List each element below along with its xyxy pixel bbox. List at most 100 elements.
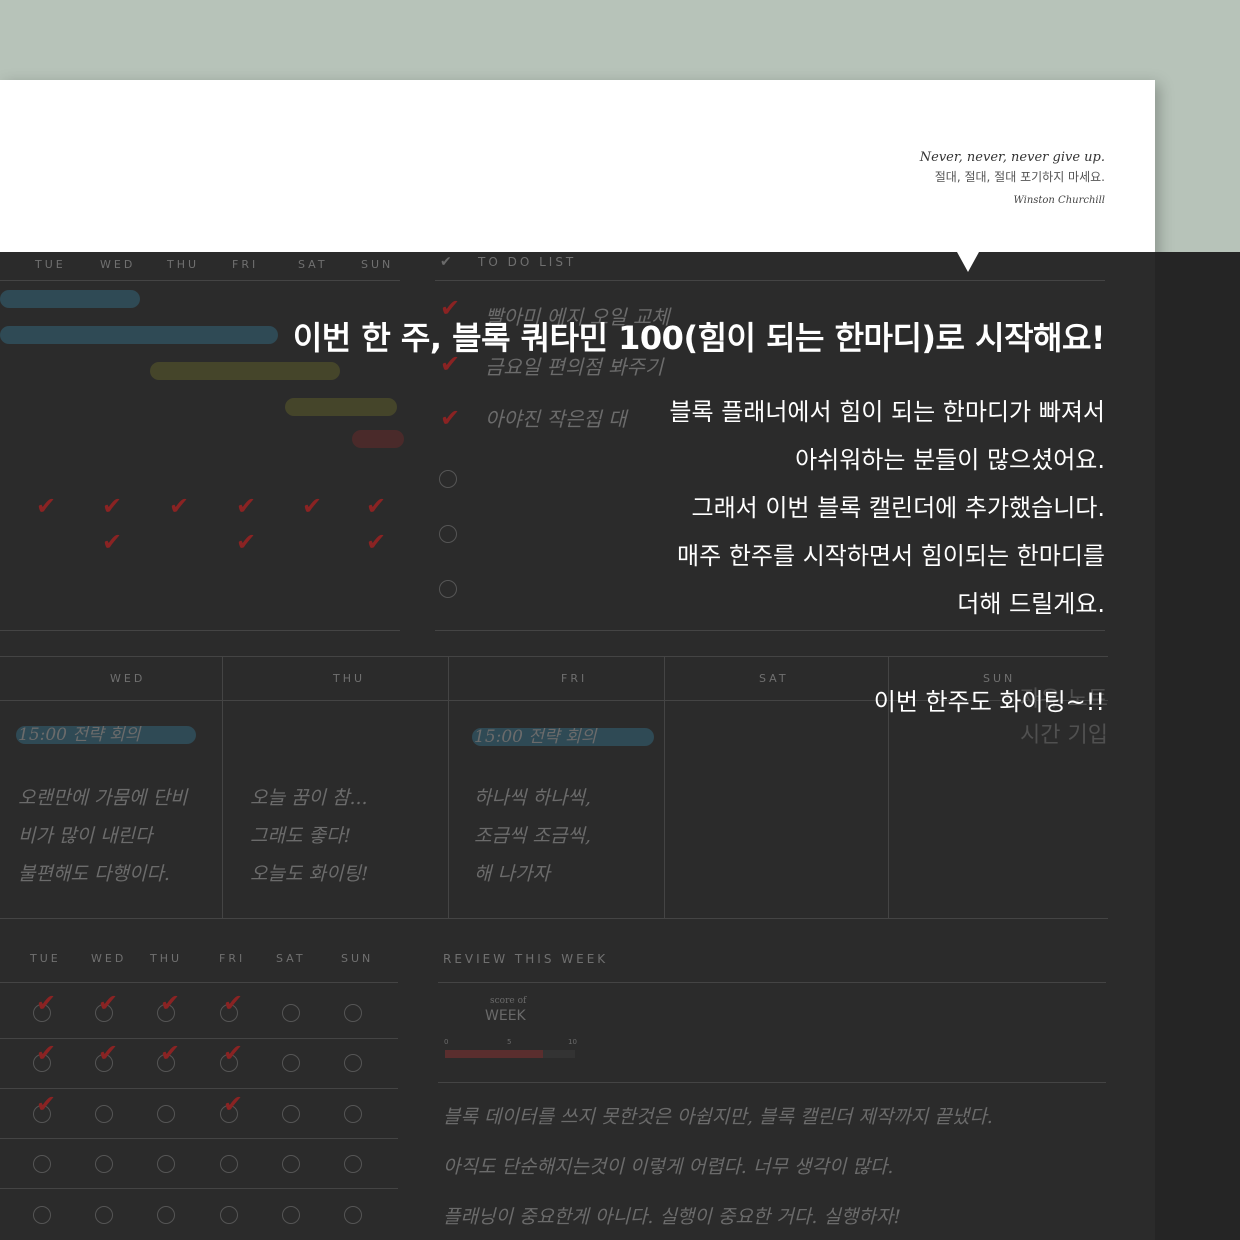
check-icon: ✔ — [236, 528, 257, 556]
todo-checkbox[interactable] — [439, 470, 457, 488]
quote-english: Never, never, never give up. — [919, 150, 1105, 165]
habit-circle[interactable] — [220, 1206, 238, 1224]
announcement-line: 아쉬워하는 분들이 많으셨어요. — [795, 446, 1105, 474]
habit-header: TUE — [30, 952, 61, 965]
stage: Never, never, never give up. 절대, 절대, 절대 … — [0, 0, 1240, 1240]
habit-circle[interactable] — [95, 1206, 113, 1224]
check-icon: ✔ — [169, 492, 190, 520]
habit-circle[interactable] — [344, 1054, 362, 1072]
diary-thu: 오늘 꿈이 참... 그래도 좋다! 오늘도 화이팅! — [250, 779, 369, 893]
check-icon: ✔ — [36, 1039, 57, 1067]
habit-header: THU — [150, 952, 183, 965]
announcement-line: 블록 플래너에서 힘이 되는 한마디가 빠져서 — [669, 398, 1105, 426]
schedule-bar — [0, 290, 140, 308]
todo-title: TO DO LIST — [478, 255, 577, 269]
diary-line: 하나씩 하나씩, — [474, 787, 591, 809]
habit-circle[interactable] — [344, 1206, 362, 1224]
check-icon: ✔ — [160, 989, 181, 1017]
weekday-header: FRI — [232, 258, 259, 271]
divider — [0, 656, 1108, 657]
check-mark-icon: ✔ — [440, 254, 452, 270]
check-icon: ✔ — [98, 989, 119, 1017]
quote-korean: 절대, 절대, 절대 포기하지 마세요. — [934, 170, 1105, 184]
habit-header: FRI — [219, 952, 246, 965]
habit-circle[interactable] — [33, 1155, 51, 1173]
weekday-header: SUN — [361, 258, 394, 271]
announcement-line: 그래서 이번 블록 캘린더에 추가했습니다. — [691, 494, 1105, 522]
todo-checkbox[interactable] — [439, 580, 457, 598]
check-icon: ✔ — [302, 492, 323, 520]
schedule-bar — [285, 398, 397, 416]
divider — [438, 1082, 1106, 1083]
score-tick: 5 — [507, 1038, 512, 1046]
habit-circle[interactable] — [157, 1105, 175, 1123]
divider — [0, 982, 398, 983]
diary-wed: 오랜만에 가뭄에 단비 비가 많이 내린다 불편해도 다행이다. — [18, 779, 187, 893]
schedule-bar — [352, 430, 404, 448]
habit-circle[interactable] — [344, 1155, 362, 1173]
habit-circle[interactable] — [220, 1155, 238, 1173]
schedule-bar — [0, 326, 278, 344]
divider — [448, 656, 449, 918]
weekday-header: TUE — [35, 258, 66, 271]
diary-line: 해 나가자 — [474, 863, 550, 885]
divider — [435, 280, 1105, 281]
habit-circle[interactable] — [157, 1155, 175, 1173]
diary-header: WED — [110, 672, 146, 685]
habit-header: SAT — [276, 952, 306, 965]
announcement-body: 블록 플래너에서 힘이 되는 한마디가 빠져서 아쉬워하는 분들이 많으셨어요.… — [669, 388, 1105, 628]
score-tick: 10 — [568, 1038, 577, 1046]
divider — [664, 656, 665, 918]
check-icon: ✔ — [102, 528, 123, 556]
divider — [0, 1038, 398, 1039]
meeting-label: 15:00 전략 회의 — [18, 725, 141, 745]
habit-header: WED — [91, 952, 127, 965]
quote-author: Winston Churchill — [1013, 195, 1105, 206]
speech-pointer — [957, 252, 979, 272]
free-note-line: 시간 기입 — [1020, 723, 1108, 748]
announcement-line: 더해 드릴게요. — [957, 590, 1105, 618]
score-bar-fill — [445, 1050, 543, 1058]
schedule-bar — [150, 362, 340, 380]
divider — [0, 280, 400, 281]
todo-item: 아야진 작은집 대 — [485, 407, 627, 431]
diary-line: 오늘도 화이팅! — [250, 863, 369, 885]
score-label-big: WEEK — [485, 1008, 526, 1024]
divider — [0, 1188, 398, 1189]
habit-circle[interactable] — [344, 1004, 362, 1022]
habit-circle[interactable] — [344, 1105, 362, 1123]
weekday-header: WED — [100, 258, 136, 271]
weekday-header: THU — [167, 258, 200, 271]
check-icon: ✔ — [440, 404, 461, 432]
divider — [438, 982, 1106, 983]
habit-circle[interactable] — [282, 1004, 300, 1022]
check-icon: ✔ — [236, 492, 257, 520]
habit-circle[interactable] — [282, 1054, 300, 1072]
diary-line: 오랜만에 가뭄에 단비 — [18, 787, 188, 809]
check-icon: ✔ — [223, 1039, 244, 1067]
diary-line: 불편해도 다행이다. — [18, 863, 170, 885]
check-icon: ✔ — [223, 989, 244, 1017]
divider — [0, 918, 1108, 919]
review-line: 플래닝이 중요한게 아니다. 실행이 중요한 거다. 실행하자! — [443, 1206, 901, 1228]
check-icon: ✔ — [36, 492, 57, 520]
habit-circle[interactable] — [157, 1206, 175, 1224]
habit-circle[interactable] — [282, 1155, 300, 1173]
diary-fri: 하나씩 하나씩, 조금씩 조금씩, 해 나가자 — [474, 779, 591, 893]
habit-circle[interactable] — [282, 1206, 300, 1224]
diary-line: 오늘 꿈이 참... — [250, 787, 368, 809]
diary-line: 조금씩 조금씩, — [474, 825, 591, 847]
divider — [435, 630, 1105, 631]
todo-checkbox[interactable] — [439, 525, 457, 543]
score-label-small: score of — [490, 996, 527, 1006]
habit-circle[interactable] — [282, 1105, 300, 1123]
diary-line: 그래도 좋다! — [250, 825, 352, 847]
habit-circle[interactable] — [95, 1105, 113, 1123]
weekday-header: SAT — [298, 258, 328, 271]
review-line: 아직도 단순해지는것이 이렇게 어렵다. 너무 생각이 많다. — [443, 1156, 894, 1178]
diary-header: FRI — [561, 672, 588, 685]
divider — [0, 1138, 398, 1139]
weekly-quote: Never, never, never give up. 절대, 절대, 절대 … — [920, 150, 1105, 206]
habit-circle[interactable] — [95, 1155, 113, 1173]
habit-circle[interactable] — [33, 1206, 51, 1224]
